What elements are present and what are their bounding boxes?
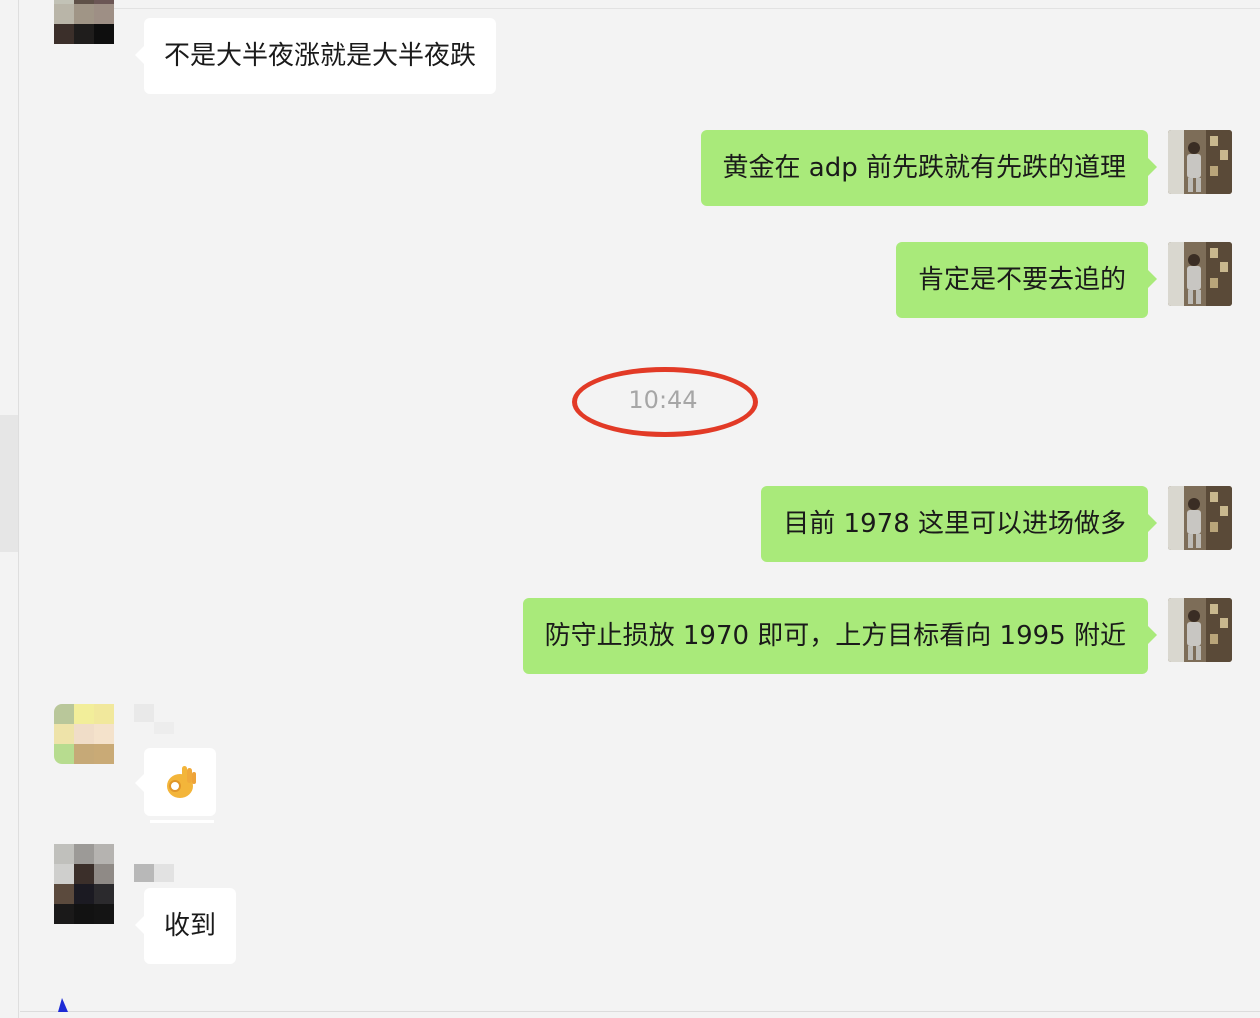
scrollbar-thumb[interactable] xyxy=(0,415,18,552)
message-bubble[interactable]: 目前 1978 这里可以进场做多 xyxy=(761,486,1157,562)
avatar[interactable] xyxy=(54,704,114,764)
avatar[interactable] xyxy=(1168,242,1232,306)
avatar[interactable] xyxy=(54,0,114,44)
avatar[interactable] xyxy=(54,844,114,924)
divider xyxy=(20,1011,1260,1012)
avatar-photo-icon xyxy=(1168,130,1232,194)
message-text: 收到 xyxy=(164,911,217,941)
message-bubble[interactable]: 不是大半夜涨就是大半夜跌 xyxy=(134,18,497,94)
avatar[interactable] xyxy=(1168,598,1232,662)
message-text: 目前 1978 这里可以进场做多 xyxy=(783,509,1126,539)
avatar-photo-icon xyxy=(1168,598,1232,662)
message-bubble[interactable]: 肯定是不要去追的 xyxy=(895,242,1158,318)
message-text: 不是大半夜涨就是大半夜跌 xyxy=(164,41,477,71)
message-text: 防守止损放 1970 即可，上方目标看向 1995 附近 xyxy=(544,621,1126,651)
avatar-photo-icon xyxy=(1168,242,1232,306)
divider xyxy=(112,8,1260,9)
message-text: 黄金在 adp 前先跌就有先跌的道理 xyxy=(722,153,1126,183)
avatar[interactable] xyxy=(1168,130,1232,194)
avatar[interactable] xyxy=(1168,486,1232,550)
cursor-icon xyxy=(58,998,68,1012)
highlight-circle xyxy=(572,367,758,437)
sender-name-blurred xyxy=(134,864,174,882)
sender-name-blurred xyxy=(134,704,174,734)
divider xyxy=(150,820,214,823)
message-bubble[interactable]: 收到 xyxy=(134,888,237,964)
avatar-photo-icon xyxy=(1168,486,1232,550)
ok-hand-emoji-icon xyxy=(162,762,198,802)
message-bubble[interactable]: 防守止损放 1970 即可，上方目标看向 1995 附近 xyxy=(522,598,1158,674)
message-bubble[interactable] xyxy=(135,748,216,816)
message-bubble[interactable]: 黄金在 adp 前先跌就有先跌的道理 xyxy=(700,130,1158,206)
message-text: 肯定是不要去追的 xyxy=(917,265,1126,295)
